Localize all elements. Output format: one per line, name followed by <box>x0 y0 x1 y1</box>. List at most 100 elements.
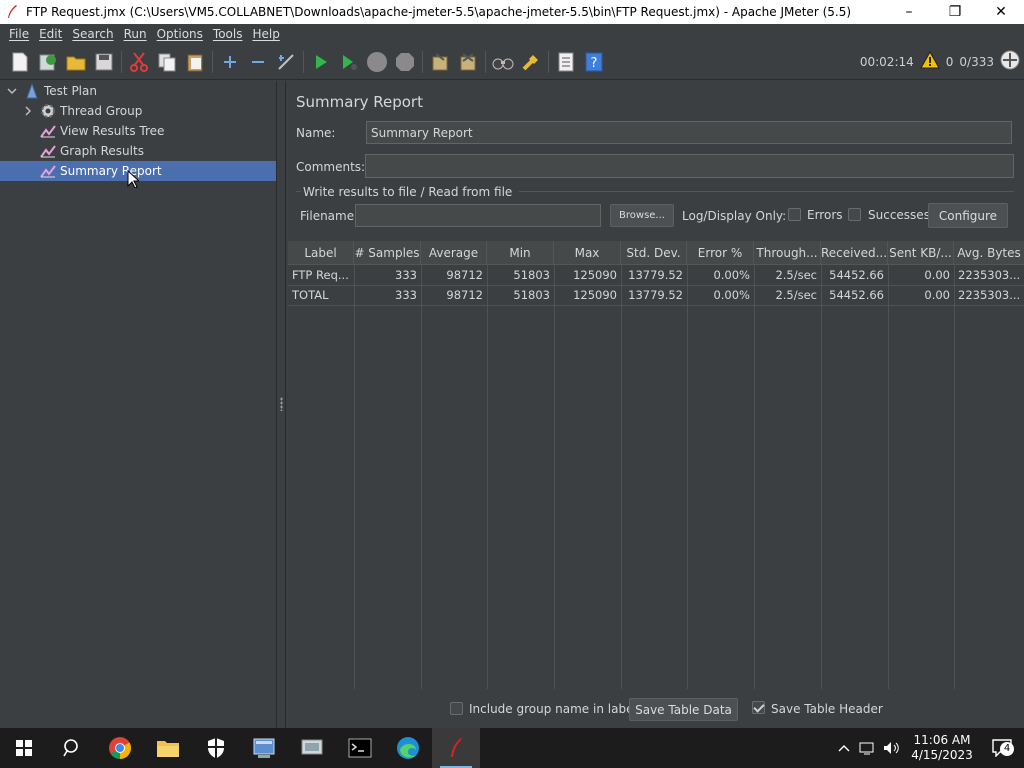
cell-min: 51803 <box>513 268 550 282</box>
name-field[interactable] <box>366 121 1012 144</box>
save-table-header-checkbox[interactable] <box>752 701 765 714</box>
cell-error-pct: 0.00% <box>713 288 750 302</box>
minimize-button[interactable]: – <box>886 0 932 24</box>
security-shield-icon[interactable] <box>192 728 240 768</box>
file-explorer-icon[interactable] <box>144 728 192 768</box>
errors-checkbox[interactable] <box>788 208 801 221</box>
network-status-icon[interactable] <box>856 728 880 768</box>
expand-plus-icon[interactable] <box>216 48 244 76</box>
tree-item-view-results-tree[interactable]: View Results Tree <box>40 121 276 141</box>
maximize-button[interactable]: ❐ <box>932 0 978 24</box>
warning-icon[interactable] <box>919 50 940 72</box>
tree-item-thread-group[interactable]: Thread Group <box>20 101 276 121</box>
jmeter-feather-icon <box>4 4 20 20</box>
cut-icon[interactable] <box>125 48 153 76</box>
copy-icon[interactable] <box>153 48 181 76</box>
column-header-samples[interactable]: # Samples <box>354 241 421 265</box>
column-header-min[interactable]: Min <box>487 241 554 265</box>
svg-text:?: ? <box>591 56 598 71</box>
column-header-sent[interactable]: Sent KB/... <box>888 241 954 265</box>
jmeter-taskbar-icon[interactable] <box>432 728 480 768</box>
cell-max: 125090 <box>573 288 617 302</box>
cell-label: TOTAL <box>292 288 329 302</box>
close-button[interactable]: ✕ <box>978 0 1024 24</box>
filename-input[interactable] <box>355 204 601 227</box>
menu-help[interactable]: Help <box>247 27 284 41</box>
comments-field[interactable] <box>365 154 1014 178</box>
menu-run[interactable]: Run <box>119 27 152 41</box>
panel-splitter[interactable] <box>277 81 286 728</box>
help-icon[interactable]: ? <box>580 48 608 76</box>
run-status: 00:02:14 0 0/333 <box>860 50 1024 73</box>
cell-received: 54452.66 <box>829 288 884 302</box>
chrome-icon[interactable] <box>96 728 144 768</box>
start-no-pauses-icon[interactable] <box>335 48 363 76</box>
edge-icon[interactable] <box>384 728 432 768</box>
column-header-error-pct[interactable]: Error % <box>687 241 754 265</box>
new-icon[interactable] <box>6 48 34 76</box>
windows-taskbar: 11:06 AM 4/15/2023 4 <box>0 728 1024 768</box>
stop-icon[interactable] <box>363 48 391 76</box>
gear-icon <box>40 103 56 119</box>
chevron-down-icon[interactable] <box>4 83 20 99</box>
menu-edit[interactable]: Edit <box>34 27 67 41</box>
system-clock[interactable]: 11:06 AM 4/15/2023 <box>904 733 980 763</box>
window-title: FTP Request.jmx (C:\Users\VM5.COLLABNET\… <box>26 5 852 19</box>
menu-file[interactable]: File <box>4 27 34 41</box>
reset-search-icon[interactable] <box>517 48 545 76</box>
clock-time: 11:06 AM <box>913 733 971 747</box>
successes-checkbox[interactable] <box>848 208 861 221</box>
open-icon[interactable] <box>62 48 90 76</box>
save-table-data-button[interactable]: Save Table Data <box>629 698 738 721</box>
name-label: Name: <box>296 126 336 140</box>
tree-item-graph-results[interactable]: Graph Results <box>40 141 276 161</box>
cell-sent: 0.00 <box>924 268 950 282</box>
include-group-checkbox[interactable] <box>450 702 463 715</box>
templates-icon[interactable] <box>34 48 62 76</box>
menu-tools[interactable]: Tools <box>208 27 248 41</box>
comments-label: Comments: <box>296 160 366 174</box>
cell-std-dev: 13779.52 <box>628 268 683 282</box>
summary-table: Label # Samples Average Min Max Std. Dev… <box>288 241 1024 689</box>
summary-report-panel: Summary Report Name: Comments: Write res… <box>287 81 1024 728</box>
column-header-label[interactable]: Label <box>288 241 354 265</box>
collapse-minus-icon[interactable] <box>244 48 272 76</box>
tree-item-label: Summary Report <box>60 164 162 178</box>
menu-search[interactable]: Search <box>67 27 118 41</box>
notifications-icon[interactable]: 4 <box>980 728 1024 768</box>
remote-engines-icon[interactable] <box>1000 50 1020 73</box>
cell-sent: 0.00 <box>924 288 950 302</box>
tree-item-test-plan[interactable]: Test Plan <box>4 81 276 101</box>
configure-button[interactable]: Configure <box>928 203 1008 228</box>
column-header-average[interactable]: Average <box>421 241 487 265</box>
function-helper-icon[interactable] <box>552 48 580 76</box>
save-icon[interactable] <box>90 48 118 76</box>
column-header-received[interactable]: Received... <box>821 241 888 265</box>
column-header-avg-bytes[interactable]: Avg. Bytes <box>954 241 1024 265</box>
cell-average: 98712 <box>446 268 483 282</box>
server-manager-icon[interactable] <box>240 728 288 768</box>
search-icon[interactable] <box>48 728 96 768</box>
network-icon[interactable] <box>288 728 336 768</box>
chevron-right-icon[interactable] <box>20 103 36 119</box>
shutdown-icon[interactable] <box>391 48 419 76</box>
browse-button[interactable]: Browse... <box>610 204 674 227</box>
search-binoculars-icon[interactable] <box>489 48 517 76</box>
column-header-throughput[interactable]: Through... <box>754 241 821 265</box>
active-threads: 0/333 <box>959 54 994 69</box>
menu-options[interactable]: Options <box>152 27 208 41</box>
paste-icon[interactable] <box>181 48 209 76</box>
clear-all-icon[interactable] <box>454 48 482 76</box>
toggle-icon[interactable] <box>272 48 300 76</box>
volume-icon[interactable] <box>880 728 904 768</box>
clear-icon[interactable] <box>426 48 454 76</box>
command-prompt-icon[interactable] <box>336 728 384 768</box>
save-table-header-label: Save Table Header <box>771 702 883 716</box>
cell-samples: 333 <box>395 288 417 302</box>
chevron-up-icon[interactable] <box>832 728 856 768</box>
splitter-grip[interactable] <box>280 397 283 411</box>
column-header-std-dev[interactable]: Std. Dev. <box>621 241 687 265</box>
windows-start-icon[interactable] <box>0 728 48 768</box>
column-header-max[interactable]: Max <box>554 241 621 265</box>
start-icon[interactable] <box>307 48 335 76</box>
